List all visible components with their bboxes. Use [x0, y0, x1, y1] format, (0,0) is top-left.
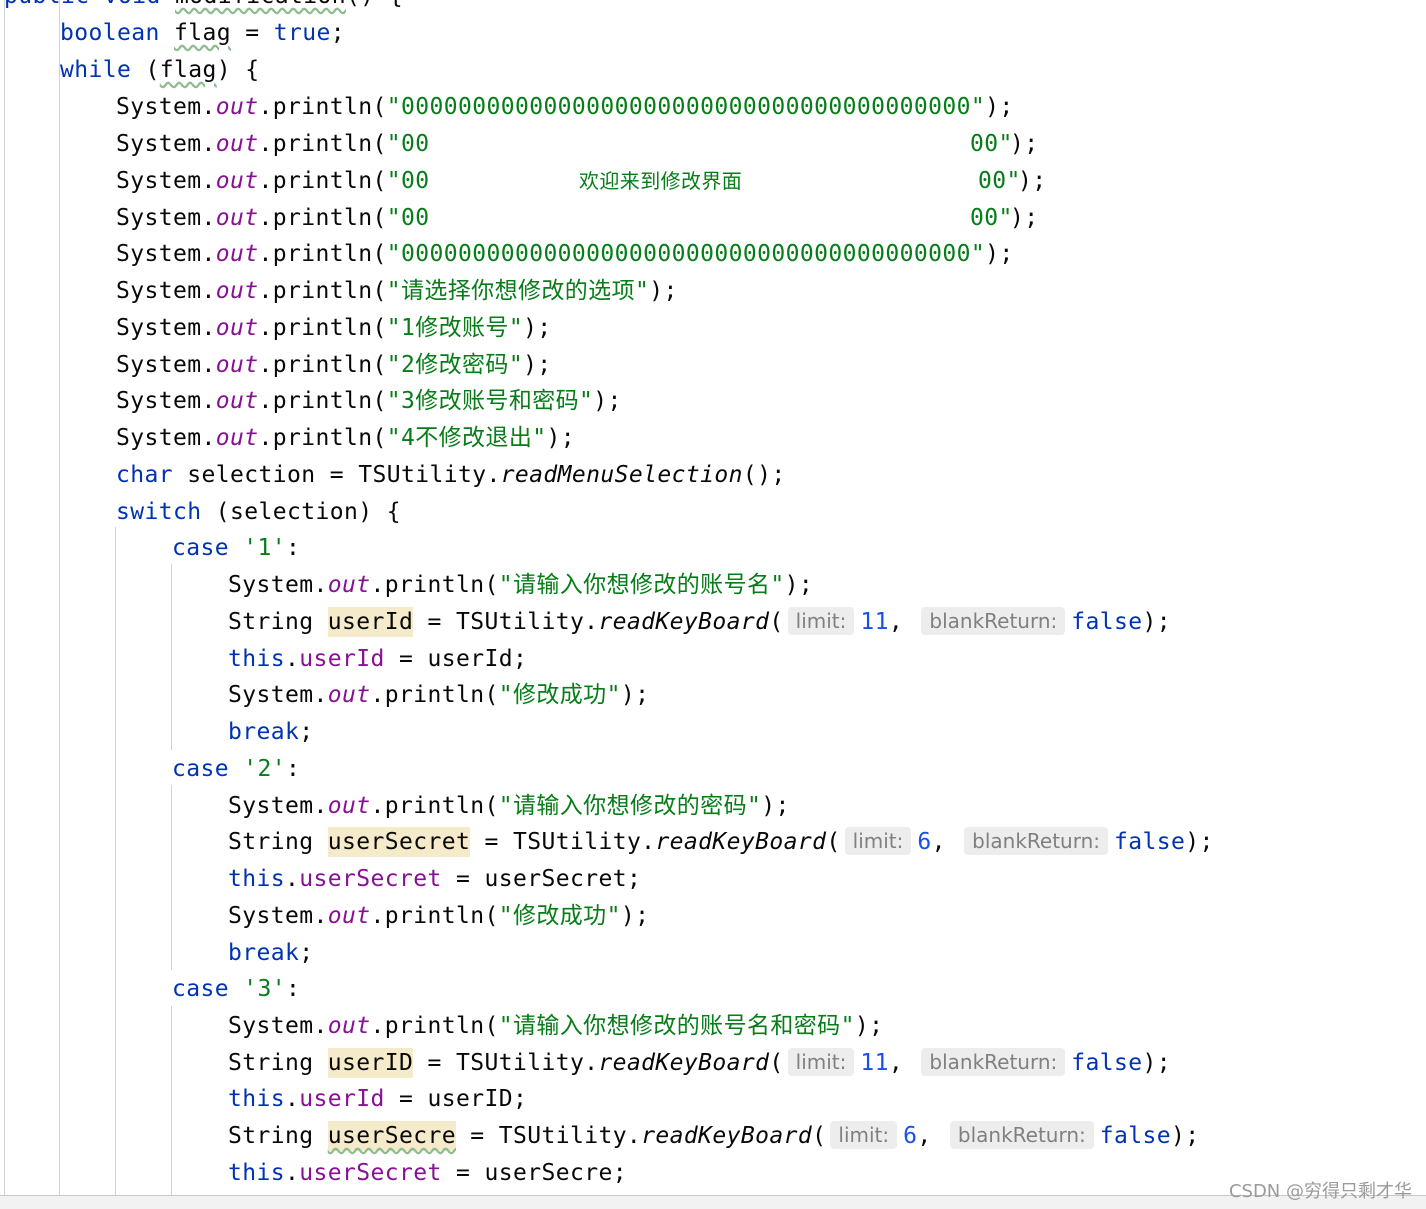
code-line-banner-row3: System.out.println("00 00"); [116, 205, 1039, 231]
param-hint-limit: limit: [844, 827, 912, 855]
param-hint-blank-return: blankReturn: [949, 1121, 1094, 1149]
code-line-case3-read-id: String userID = TSUtility.readKeyBoard(l… [228, 1048, 1172, 1078]
code-line-menu-opt1: System.out.println("1修改账号"); [116, 315, 552, 341]
code-line-case2-break: break; [228, 940, 314, 966]
code-line-banner-top: System.out.println("00000000000000000000… [116, 94, 1014, 120]
code-line-case-2: case '2': [172, 756, 301, 782]
code-line-banner-bottom: System.out.println("00000000000000000000… [116, 241, 1014, 267]
param-hint-blank-return: blankReturn: [921, 1048, 1066, 1076]
horizontal-scrollbar[interactable] [0, 1195, 1426, 1209]
code-line-case1-assign: this.userId = userId; [228, 646, 528, 672]
indent-guide [171, 785, 172, 970]
code-line-case1-read: String userId = TSUtility.readKeyBoard(l… [228, 607, 1172, 637]
code-line-case2-success: System.out.println("修改成功"); [228, 903, 650, 929]
code-line-while: while (flag) { [60, 57, 260, 83]
code-line-case2-assign: this.userSecret = userSecret; [228, 866, 642, 892]
code-line-menu-prompt: System.out.println("请选择你想修改的选项"); [116, 278, 678, 304]
code-line-case2-read: String userSecret = TSUtility.readKeyBoa… [228, 827, 1214, 857]
indent-guide [115, 527, 116, 1196]
code-editor[interactable]: public void modification() { boolean fla… [0, 0, 1426, 1196]
code-line-case1-msg: System.out.println("请输入你想修改的账号名"); [228, 572, 814, 598]
code-line-flag-decl: boolean flag = true; [60, 20, 345, 46]
code-line-case2-msg: System.out.println("请输入你想修改的密码"); [228, 793, 790, 819]
code-line-case1-success: System.out.println("修改成功"); [228, 682, 650, 708]
param-hint-limit: limit: [787, 607, 855, 635]
indent-guide [59, 0, 60, 1196]
watermark: CSDN @穷得只剩才华 [1228, 1181, 1412, 1202]
param-hint-limit: limit: [830, 1121, 898, 1149]
param-hint-blank-return: blankReturn: [964, 827, 1109, 855]
code-line-case1-break: break; [228, 719, 314, 745]
code-line-selection: char selection = TSUtility.readMenuSelec… [116, 462, 786, 488]
param-hint-limit: limit: [787, 1048, 855, 1076]
code-line-menu-opt4: System.out.println("4不修改退出"); [116, 425, 575, 451]
code-line-method-signature: public void modification() { [4, 0, 403, 15]
code-line-case-1: case '1': [172, 535, 301, 561]
code-line-banner-row1: System.out.println("00 00"); [116, 131, 1039, 157]
code-line-switch: switch (selection) { [116, 499, 401, 525]
code-line-case3-read-secret: String userSecre = TSUtility.readKeyBoar… [228, 1121, 1200, 1151]
code-line-banner-welcome: System.out.println("00 欢迎来到修改界面 00"); [116, 168, 1047, 194]
code-line-menu-opt2: System.out.println("2修改密码"); [116, 352, 552, 378]
code-line-case-3: case '3': [172, 976, 301, 1002]
code-line-menu-opt3: System.out.println("3修改账号和密码"); [116, 388, 622, 414]
code-line-case3-assign-secret: this.userSecret = userSecre; [228, 1160, 627, 1186]
indent-guide [4, 0, 5, 1196]
indent-guide [171, 564, 172, 750]
code-line-case3-msg: System.out.println("请输入你想修改的账号名和密码"); [228, 1013, 884, 1039]
indent-guide [171, 1006, 172, 1196]
param-hint-blank-return: blankReturn: [921, 607, 1066, 635]
code-line-case3-assign-id: this.userId = userID; [228, 1086, 528, 1112]
